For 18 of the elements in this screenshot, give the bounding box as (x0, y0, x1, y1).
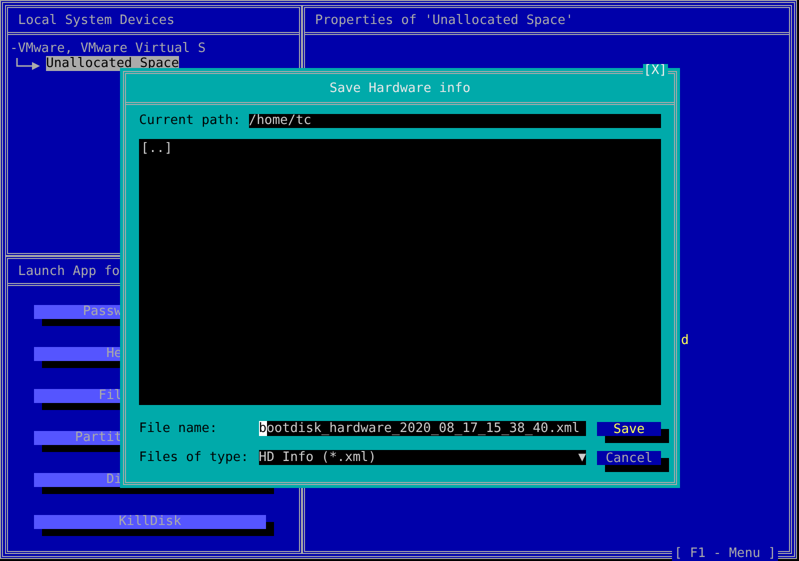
field-label: Files of type: (139, 450, 250, 465)
panel-title: Local System Devices (18, 12, 175, 28)
path-field[interactable]: /home/tc (248, 114, 661, 128)
file-type-dropdown[interactable]: HD Info (*.xml) ▼ (258, 450, 586, 465)
file-list-item[interactable]: [..] (141, 141, 659, 156)
field-label: Current path: (139, 113, 241, 128)
tree-branch-icon (16, 58, 42, 70)
field-label: File name: (139, 421, 218, 436)
panel-title: Launch App fo (18, 264, 120, 278)
cancel-button[interactable]: Cancel (597, 450, 661, 464)
tree-item[interactable]: Unallocated Space (46, 56, 180, 71)
property-text: d (681, 333, 689, 348)
panel-title: Properties of 'Unallocated Space' (315, 12, 574, 28)
tree-item[interactable]: -VMware, VMware Virtual S (10, 41, 206, 56)
menu-hint: [ F1 - Menu ] (672, 547, 778, 561)
file-list[interactable]: [..] (139, 139, 661, 405)
dialog-title: Save Hardware info (330, 80, 470, 96)
save-button[interactable]: Save (597, 422, 661, 436)
